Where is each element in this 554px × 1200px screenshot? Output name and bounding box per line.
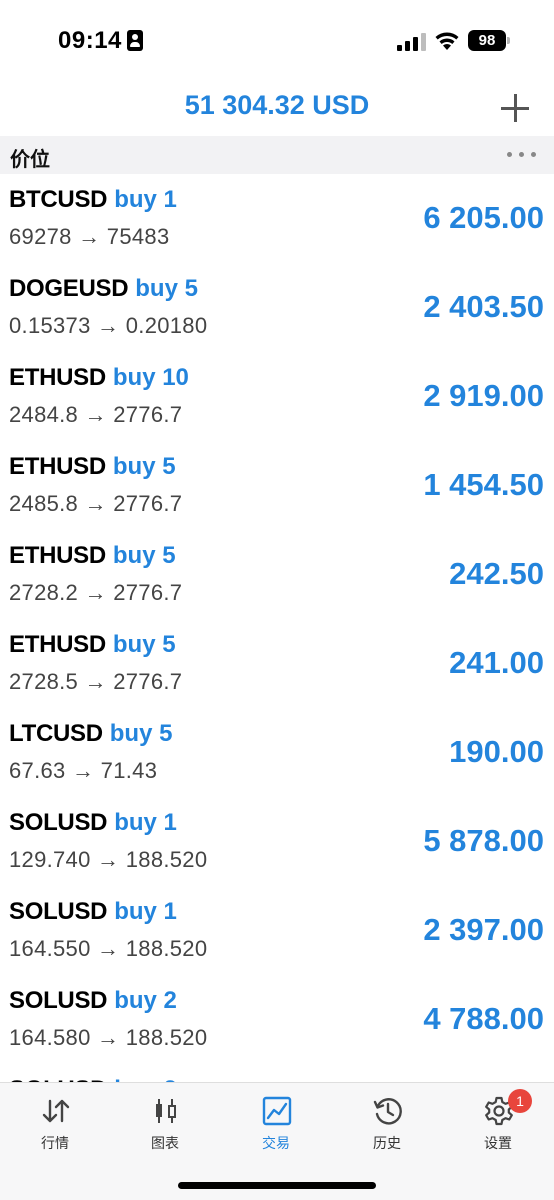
status-time: 09:14 [58, 27, 122, 54]
position-action: buy 10 [112, 364, 189, 391]
position-title: SOLUSDbuy 2 [9, 987, 177, 1015]
position-profit: 2 919.00 [423, 378, 544, 413]
position-prices: 2484.8 → 2776.7 [9, 402, 183, 427]
position-profit: 4 788.00 [423, 1001, 544, 1036]
position-title: ETHUSD buy 5 [9, 631, 176, 659]
battery-tip [507, 37, 510, 44]
position-prices: 2485.8 → 2776.7 [9, 491, 183, 516]
tab-trade[interactable]: 交易 [221, 1083, 331, 1163]
position-action: buy 1 [114, 186, 177, 213]
position-row[interactable]: SOLUSDbuy 2 [0, 1064, 554, 1082]
section-title: 价位 [10, 147, 50, 171]
position-row[interactable]: ETHUSD buy 10 2484.8 → 2776.7 2 919.00 [0, 352, 554, 441]
status-bar: 09:14 98 [0, 0, 554, 80]
position-profit: 1 454.50 [423, 467, 544, 502]
position-action: buy 1 [114, 809, 177, 836]
position-prices: 129.740 → 188.520 [9, 847, 208, 872]
position-profit: 2 397.00 [423, 912, 544, 947]
position-title: ETHUSD buy 5 [9, 542, 176, 570]
positions-list: BTCUSD buy 1 69278 → 75483 6 205.00 DOGEUSD b… [0, 174, 554, 1082]
position-action: buy 5 [135, 275, 198, 302]
position-action: buy 1 [114, 898, 177, 925]
position-row[interactable]: BTCUSD buy 1 69278 → 75483 6 205.00 [0, 174, 554, 263]
position-row[interactable]: SOLUSD buy 1 164.550 → 188.520 2 397.00 [0, 886, 554, 975]
position-symbol: BTCUSD [9, 186, 108, 213]
position-title: DOGEUSD buy 5 [9, 275, 198, 303]
position-profit: 6 205.00 [423, 200, 544, 235]
position-prices: 69278 → 75483 [9, 224, 170, 249]
tab-quotes[interactable]: 行情 [0, 1083, 110, 1163]
position-profit: 242.50 [449, 556, 544, 591]
position-symbol: LTCUSD [9, 720, 103, 747]
position-action: buy 5 [112, 453, 176, 480]
position-prices: 164.550 → 188.520 [9, 936, 208, 961]
tab-charts-label: 图表 [151, 1136, 179, 1152]
position-prices: 164.580 → 188.520 [9, 1025, 208, 1050]
app-screen: 09:14 98 51 304.32 USD 价位 BTCUSD buy 1 692… [0, 0, 554, 1200]
account-balance: 51 304.32 USD [184, 90, 370, 120]
tab-settings-label: 设置 [484, 1136, 512, 1152]
battery-indicator: 98 [468, 30, 506, 51]
header: 51 304.32 USD [0, 80, 554, 136]
position-title: SOLUSD buy 1 [9, 898, 177, 926]
cellular-signal-icon [397, 31, 427, 51]
tab-history-label: 历史 [373, 1136, 401, 1152]
home-indicator[interactable] [178, 1182, 376, 1189]
position-title: ETHUSD buy 5 [9, 453, 176, 481]
position-title: BTCUSD buy 1 [9, 186, 177, 214]
position-title: ETHUSD buy 10 [9, 364, 189, 392]
position-profit: 190.00 [449, 734, 544, 769]
position-symbol: ETHUSD [9, 453, 106, 480]
position-symbol: ETHUSD [9, 364, 106, 391]
settings-notification-badge: 1 [508, 1089, 532, 1113]
tab-settings[interactable]: 设置 [443, 1083, 553, 1163]
position-prices: 67.63 → 71.43 [9, 758, 158, 783]
position-row[interactable]: SOLUSD buy 2 164.580 → 188.520 4 788.00 [0, 975, 554, 1064]
position-profit: 241.00 [449, 645, 544, 680]
trade-line-chart-icon [262, 1096, 292, 1126]
position-profit: 5 878.00 [423, 823, 544, 858]
tab-charts[interactable]: 图表 [110, 1083, 220, 1163]
position-row[interactable]: DOGEUSD buy 5 0.15373 → 0.20180 2 403.50 [0, 263, 554, 352]
plus-icon[interactable] [500, 93, 530, 123]
position-action: buy 2 [114, 987, 177, 1014]
position-row[interactable]: ETHUSD buy 5 2728.5 → 2776.7 241.00 [0, 619, 554, 708]
quotes-arrows-icon [42, 1099, 70, 1123]
position-row[interactable]: ETHUSD buy 5 2728.2 → 2776.7 242.50 [0, 530, 554, 619]
position-row[interactable]: LTCUSD buy 5 67.63 → 71.43 190.00 [0, 708, 554, 797]
wifi-icon [435, 32, 459, 50]
position-symbol: ETHUSD [9, 631, 106, 658]
position-action: buy 5 [109, 720, 173, 747]
position-prices: 2728.5 → 2776.7 [9, 669, 183, 694]
position-title: LTCUSD buy 5 [9, 720, 172, 748]
position-symbol: SOLUSD [9, 809, 108, 836]
tab-history[interactable]: 历史 [332, 1083, 442, 1163]
position-symbol: DOGEUSD [9, 275, 129, 302]
section-header: 价位 [0, 136, 554, 174]
position-prices: 0.15373 → 0.20180 [9, 313, 208, 338]
position-symbol: SOLUSD [9, 987, 108, 1014]
position-symbol: SOLUSD [9, 898, 108, 925]
position-action: buy 5 [112, 631, 176, 658]
position-action: buy 5 [112, 542, 176, 569]
position-row[interactable]: ETHUSD buy 5 2485.8 → 2776.7 1 454.50 [0, 441, 554, 530]
candlestick-chart-icon [156, 1099, 176, 1123]
contact-card-icon [127, 30, 143, 51]
history-clock-icon [373, 1098, 402, 1125]
more-icon[interactable] [505, 146, 539, 162]
tab-trade-label: 交易 [262, 1136, 290, 1152]
position-title: SOLUSD buy 1 [9, 809, 177, 837]
tab-quotes-label: 行情 [41, 1136, 69, 1152]
position-symbol: ETHUSD [9, 542, 106, 569]
position-row[interactable]: SOLUSD buy 1 129.740 → 188.520 5 878.00 [0, 797, 554, 886]
position-profit: 2 403.50 [423, 289, 544, 324]
position-prices: 2728.2 → 2776.7 [9, 580, 183, 605]
